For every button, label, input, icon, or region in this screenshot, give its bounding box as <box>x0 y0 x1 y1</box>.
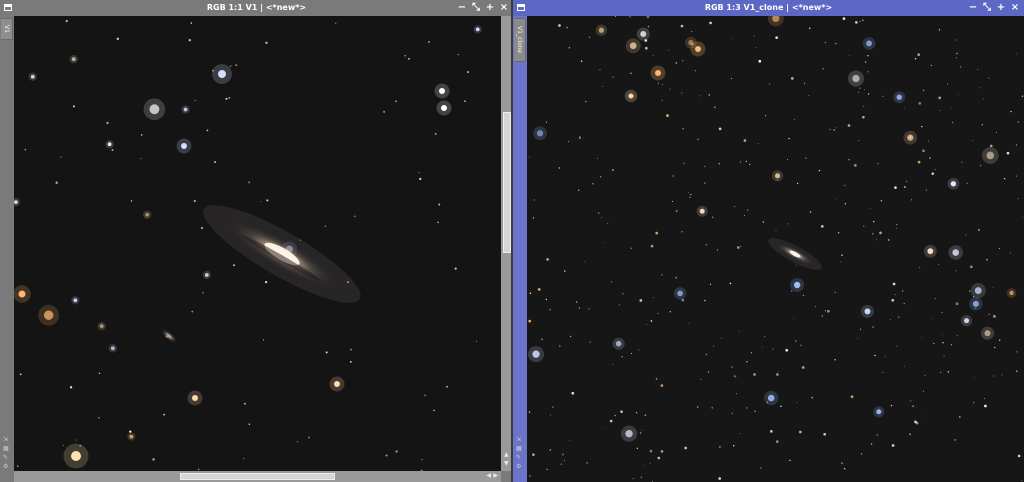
horizontal-scrollbar[interactable]: ◀ ▶ <box>14 471 501 482</box>
view-tab-v1[interactable]: V1 <box>1 18 13 40</box>
scroll-down-arrow-icon[interactable]: ▼ <box>504 461 509 467</box>
close-icon[interactable]: × <box>1010 0 1020 16</box>
window-title: RGB 1:1 V1 | <*new*> <box>206 3 307 12</box>
grid-icon[interactable]: ▦ <box>516 446 523 452</box>
galaxy-image <box>14 16 501 471</box>
resize-icon[interactable]: ⇲ <box>3 437 10 443</box>
image-window-v1-clone[interactable]: RGB 1:3 V1_clone | <*new*> − ⤡ + × V1_cl… <box>513 0 1024 482</box>
view-tab-v1-clone[interactable]: V1_clone <box>514 18 526 62</box>
shade-icon[interactable]: ⤡ <box>471 0 481 16</box>
image-canvas[interactable] <box>527 16 1024 482</box>
minimize-icon[interactable]: − <box>968 0 978 16</box>
scroll-right-arrow-icon[interactable]: ▶ <box>493 473 498 479</box>
titlebar[interactable]: RGB 1:3 V1_clone | <*new*> − ⤡ + × <box>513 0 1024 16</box>
pen-icon[interactable]: ✎ <box>3 455 10 461</box>
scroll-left-arrow-icon[interactable]: ◀ <box>486 473 491 479</box>
side-tool-icons: ⇲ ▦ ✎ ⚙ <box>516 437 523 470</box>
scroll-up-arrow-icon[interactable]: ▲ <box>504 452 509 458</box>
minimize-icon[interactable]: − <box>457 0 467 16</box>
maximize-icon[interactable]: + <box>996 0 1006 16</box>
starfield-image <box>527 16 1024 482</box>
gear-icon[interactable]: ⚙ <box>3 464 10 470</box>
image-window-v1[interactable]: RGB 1:1 V1 | <*new*> − ⤡ + × V1 ⇲ ▦ ✎ ⚙ … <box>0 0 513 482</box>
close-icon[interactable]: × <box>499 0 509 16</box>
gear-icon[interactable]: ⚙ <box>516 464 523 470</box>
window-title: RGB 1:3 V1_clone | <*new*> <box>704 3 833 12</box>
horizontal-scroll-thumb[interactable] <box>179 473 336 480</box>
titlebar[interactable]: RGB 1:1 V1 | <*new*> − ⤡ + × <box>0 0 513 16</box>
shade-icon[interactable]: ⤡ <box>982 0 992 16</box>
image-canvas[interactable] <box>14 16 501 471</box>
vertical-scroll-thumb[interactable] <box>503 111 511 253</box>
grid-icon[interactable]: ▦ <box>3 446 10 452</box>
resize-icon[interactable]: ⇲ <box>516 437 523 443</box>
pen-icon[interactable]: ✎ <box>516 455 523 461</box>
side-tool-icons: ⇲ ▦ ✎ ⚙ <box>3 437 10 470</box>
maximize-icon[interactable]: + <box>485 0 495 16</box>
